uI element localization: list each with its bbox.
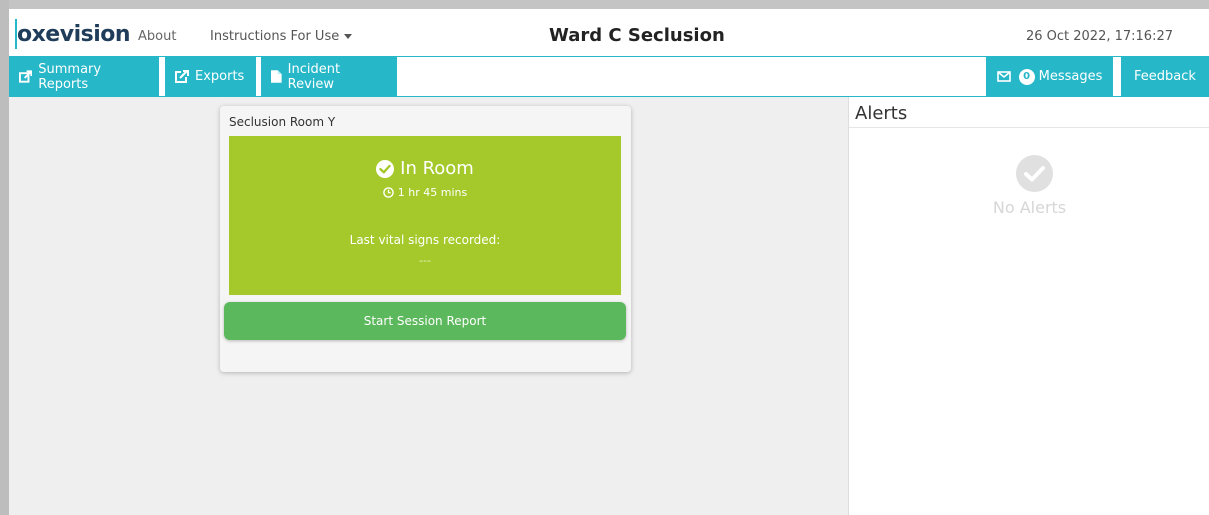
external-link-icon (175, 70, 189, 83)
messages-label: Messages (1038, 69, 1103, 84)
nav-instructions-dropdown[interactable]: Instructions For Use (210, 29, 353, 44)
no-alerts-message: No Alerts (992, 198, 1067, 217)
feedback-label: Feedback (1134, 69, 1196, 84)
share-square-icon (19, 70, 33, 83)
rooms-area: Seclusion Room Y In Room 1 hr 45 mins La… (9, 97, 848, 515)
room-status-label: In Room (400, 158, 474, 179)
logo-text: oxevision (17, 22, 131, 47)
alerts-divider (849, 127, 1209, 128)
caret-down-icon (344, 34, 353, 39)
vitals-value: --- (419, 254, 431, 267)
room-card[interactable]: Seclusion Room Y In Room 1 hr 45 mins La… (220, 106, 631, 372)
room-status-panel[interactable]: In Room 1 hr 45 mins Last vital signs re… (229, 136, 621, 295)
check-circle-icon (1016, 155, 1053, 192)
file-icon (271, 70, 282, 83)
room-status: In Room (229, 158, 621, 179)
vitals-label: Last vital signs recorded: (349, 233, 501, 247)
incident-review-label: Incident Review (287, 61, 341, 92)
alerts-title: Alerts (855, 103, 908, 124)
incident-review-button[interactable]: Incident Review (261, 57, 397, 96)
check-circle-icon (376, 159, 395, 178)
feedback-button[interactable]: Feedback (1121, 57, 1209, 96)
app-window: oxevision About Instructions For Use War… (0, 0, 1209, 515)
room-name: Seclusion Room Y (229, 115, 336, 129)
room-duration-value: 1 hr 45 mins (397, 186, 468, 199)
exports-label: Exports (195, 69, 245, 84)
nav-about-link[interactable]: About (138, 29, 176, 44)
summary-reports-label: Summary Reports (38, 61, 102, 92)
current-datetime: 26 Oct 2022, 17:16:27 (1025, 29, 1173, 44)
nav-instructions-label: Instructions For Use (210, 29, 340, 44)
alerts-panel: Alerts No Alerts (848, 97, 1209, 515)
envelope-icon (996, 71, 1011, 82)
header: oxevision About Instructions For Use War… (9, 9, 1209, 57)
window-top-border (0, 0, 1209, 9)
room-duration: 1 hr 45 mins (229, 186, 621, 199)
window-left-border (0, 0, 9, 515)
messages-button[interactable]: 0 Messages (986, 57, 1113, 96)
toolbar: Summary Reports Exports Incident Review … (9, 57, 1209, 97)
exports-button[interactable]: Exports (165, 57, 256, 96)
page-title: Ward C Seclusion (549, 25, 725, 46)
start-session-report-button[interactable]: Start Session Report (224, 302, 626, 340)
messages-count-badge: 0 (1018, 68, 1035, 85)
logo[interactable]: oxevision (17, 22, 131, 47)
summary-reports-button[interactable]: Summary Reports (9, 57, 159, 96)
clock-icon (382, 187, 394, 198)
